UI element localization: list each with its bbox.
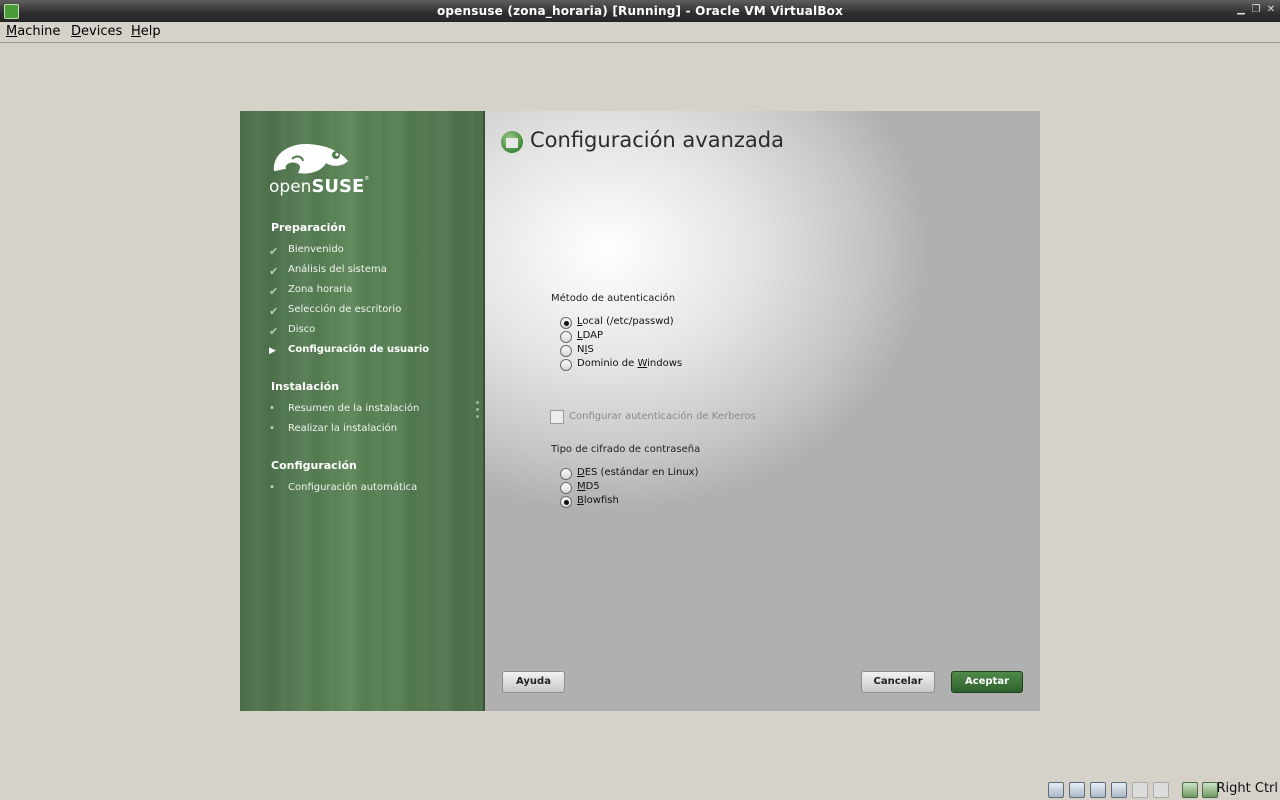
radio-md5-indicator[interactable]	[560, 482, 572, 494]
step-configuracion-automatica: Configuración automática	[288, 482, 418, 493]
step-zona-horaria: Zona horaria	[288, 284, 353, 295]
radio-nis-indicator[interactable]	[560, 345, 572, 357]
step-configuracion-usuario: Configuración de usuario	[288, 344, 430, 355]
radio-des-indicator[interactable]	[560, 468, 572, 480]
section-title-preparacion: Preparación	[271, 221, 346, 234]
close-icon[interactable]: ✕	[1264, 3, 1278, 17]
section-title-configuracion: Configuración	[271, 459, 357, 472]
display-icon[interactable]	[1153, 782, 1169, 798]
sidebar-resize-grip[interactable]	[476, 401, 480, 421]
installer-content: Configuración avanzada Método de autenti…	[485, 111, 1040, 711]
step-bienvenido: Bienvenido	[288, 244, 344, 255]
host-key-label: Right Ctrl	[1216, 781, 1279, 796]
checkmark-icon: ✔	[269, 305, 279, 318]
restore-icon[interactable]: ❐	[1249, 3, 1263, 17]
cancel-button[interactable]: Cancelar	[861, 671, 935, 693]
bullet-icon: •	[269, 403, 275, 414]
step-seleccion-escritorio: Selección de escritorio	[288, 304, 402, 315]
step-analisis: Análisis del sistema	[288, 264, 387, 275]
radio-blowfish-indicator[interactable]	[560, 496, 572, 508]
page-title: Configuración avanzada	[530, 128, 784, 152]
bullet-icon: •	[269, 423, 275, 434]
section-title-instalacion: Instalación	[271, 380, 340, 393]
optical-drive-icon[interactable]	[1069, 782, 1085, 798]
usb-icon[interactable]	[1090, 782, 1106, 798]
installer-sidebar: openSUSE® Preparación ✔ Bienvenido ✔ Aná…	[240, 111, 483, 711]
mouse-integration-icon[interactable]	[1182, 782, 1198, 798]
step-disco: Disco	[288, 324, 316, 335]
encryption-type-label: Tipo de cifrado de contraseña	[551, 444, 701, 455]
auth-method-label: Método de autenticación	[551, 293, 676, 304]
vm-status-tray: Right Ctrl	[1040, 778, 1280, 800]
minimize-icon[interactable]: ▁	[1234, 3, 1248, 17]
shared-folders-icon[interactable]	[1132, 782, 1148, 798]
help-button[interactable]: Ayuda	[502, 671, 565, 693]
radio-ldap-indicator[interactable]	[560, 331, 572, 343]
step-resumen-instalacion: Resumen de la instalación	[288, 403, 420, 414]
network-icon[interactable]	[1111, 782, 1127, 798]
radio-local-indicator[interactable]	[560, 317, 572, 329]
guest-screen[interactable]: openSUSE® Preparación ✔ Bienvenido ✔ Aná…	[240, 111, 1040, 711]
window-title: opensuse (zona_horaria) [Running] - Orac…	[436, 4, 844, 18]
bullet-icon: •	[269, 482, 275, 493]
kerberos-checkbox[interactable]	[550, 410, 564, 424]
menu-help[interactable]: Help	[131, 24, 161, 39]
opensuse-logo-text: openSUSE®	[269, 176, 370, 197]
chameleon-logo-icon	[273, 143, 348, 174]
menubar: Machine Devices Help	[0, 22, 1280, 43]
user-config-icon	[501, 131, 523, 153]
checkmark-icon: ✔	[269, 265, 279, 278]
step-realizar-instalacion: Realizar la instalación	[288, 423, 398, 434]
window-titlebar: opensuse (zona_horaria) [Running] - Orac…	[0, 0, 1280, 22]
accept-button[interactable]: Aceptar	[951, 671, 1023, 693]
checkmark-icon: ✔	[269, 285, 279, 298]
hard-disk-icon[interactable]	[1048, 782, 1064, 798]
radio-windows-domain-indicator[interactable]	[560, 359, 572, 371]
current-step-arrow-icon: ▶	[269, 346, 276, 356]
checkmark-icon: ✔	[269, 325, 279, 338]
checkmark-icon: ✔	[269, 245, 279, 258]
menu-devices[interactable]: Devices	[71, 24, 122, 39]
kerberos-label: Configurar autenticación de Kerberos	[569, 411, 756, 422]
menu-machine[interactable]: Machine	[6, 24, 60, 39]
